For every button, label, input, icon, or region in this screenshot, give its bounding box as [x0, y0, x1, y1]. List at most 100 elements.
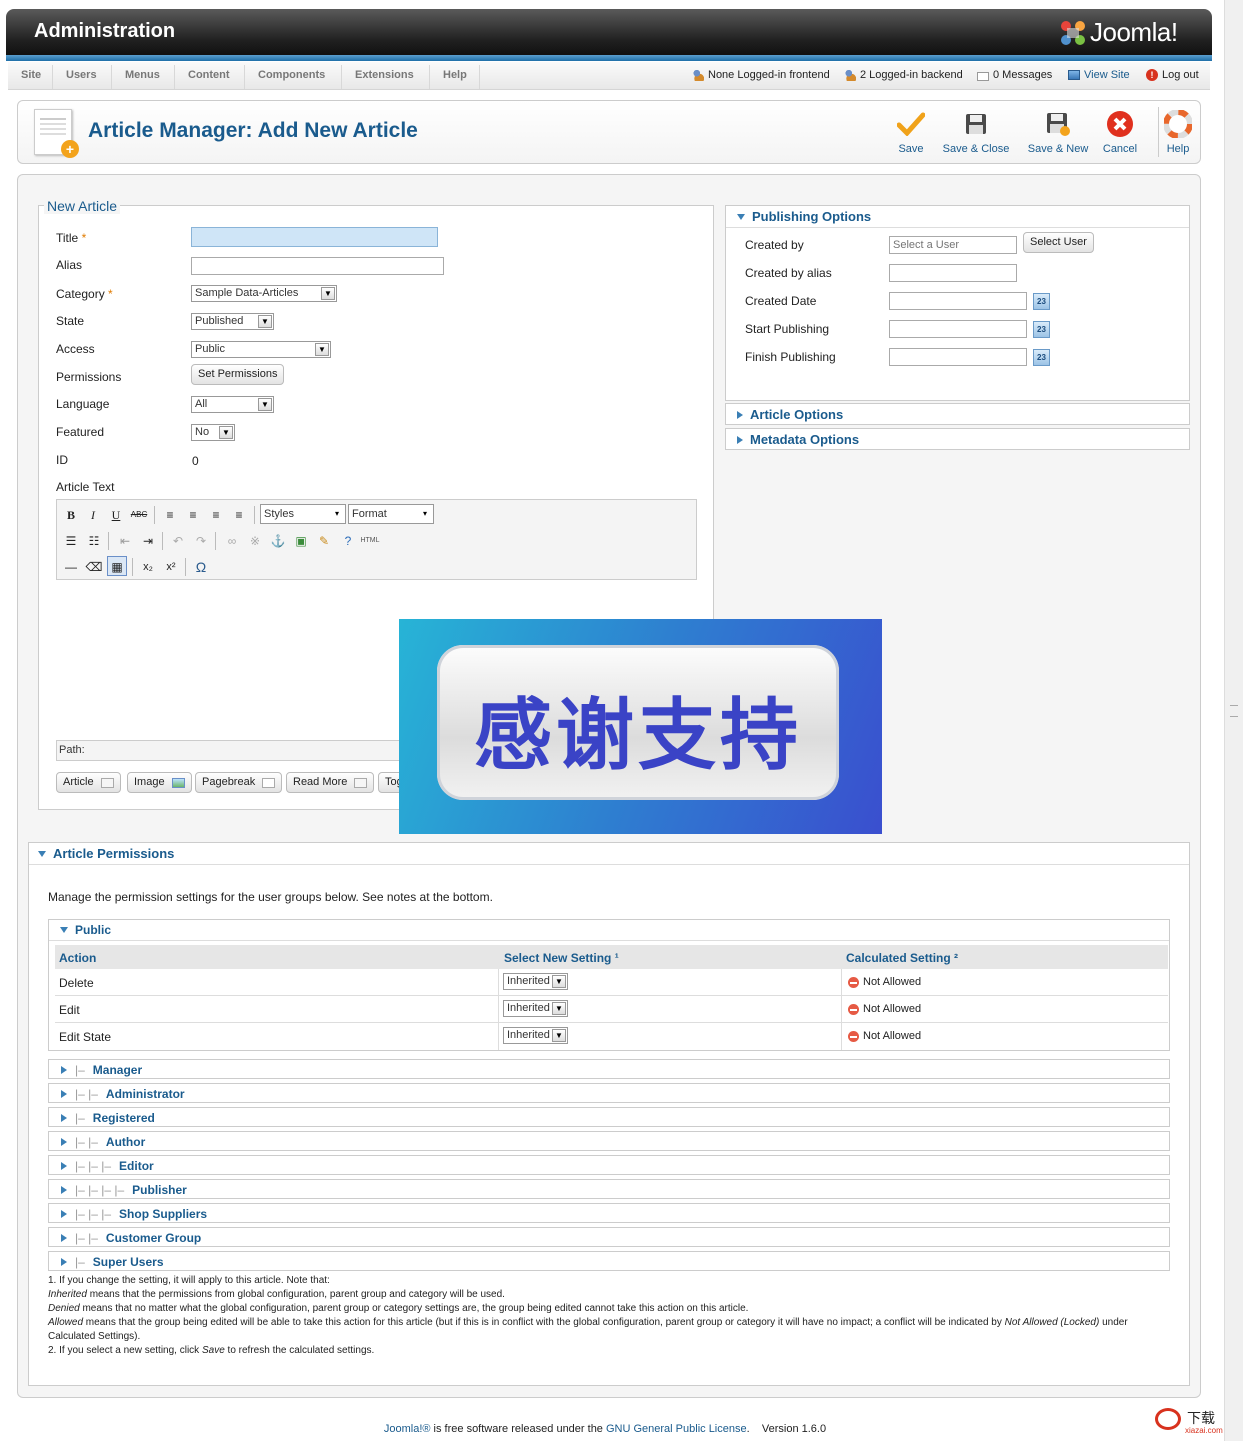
banner-pill: 感谢支持	[437, 645, 839, 800]
superscript-icon[interactable]: x²	[161, 557, 181, 577]
group-customer-group[interactable]: |– |– Customer Group	[48, 1227, 1170, 1247]
bold-icon[interactable]: B	[61, 505, 81, 525]
underline-icon[interactable]: U	[106, 505, 126, 525]
link-icon[interactable]: ∞	[222, 531, 242, 551]
scrollbar-grip[interactable]	[1230, 705, 1238, 717]
group-indent: |– |– |– |–	[75, 1183, 125, 1197]
created-by-alias-label: Created by alias	[745, 266, 832, 280]
gpl-link[interactable]: GNU General Public License	[606, 1423, 747, 1435]
select-user-button[interactable]: Select User	[1023, 232, 1094, 253]
col-select-new-setting: Select New Setting ¹	[504, 951, 619, 965]
align-right-icon[interactable]: ≡	[206, 505, 226, 525]
featured-select[interactable]: No ▼	[191, 424, 235, 441]
insert-image-button[interactable]: Image	[127, 772, 192, 793]
anchor-icon[interactable]: ⚓	[268, 531, 288, 551]
italic-icon[interactable]: I	[83, 505, 103, 525]
menu-content[interactable]: Content	[188, 69, 230, 85]
view-site-link[interactable]: View Site	[1068, 69, 1130, 81]
start-publishing-input[interactable]	[889, 320, 1027, 338]
calendar-icon[interactable]: 23	[1033, 349, 1050, 366]
group-super-users[interactable]: |– Super Users	[48, 1251, 1170, 1271]
joomla-logo[interactable]: Joomla!	[1058, 17, 1200, 49]
menu-extensions[interactable]: Extensions	[355, 69, 414, 85]
help-circle-icon[interactable]: ?	[338, 531, 358, 551]
vertical-scrollbar[interactable]	[1224, 0, 1243, 1441]
undo-icon[interactable]: ↶	[168, 531, 188, 551]
expand-triangle-icon	[61, 1114, 67, 1122]
indent-icon[interactable]: ⇥	[138, 531, 158, 551]
bullet-list-icon[interactable]: ☰	[61, 531, 81, 551]
created-date-input[interactable]	[889, 292, 1027, 310]
outdent-icon[interactable]: ⇤	[115, 531, 135, 551]
metadata-options-header[interactable]: Metadata Options	[737, 432, 859, 447]
html-source-icon[interactable]: HTML	[360, 531, 380, 551]
group-publisher[interactable]: |– |– |– |– Publisher	[48, 1179, 1170, 1199]
category-label-text: Category	[56, 287, 105, 301]
publishing-options-header[interactable]: Publishing Options	[737, 209, 871, 224]
collapse-triangle-icon	[38, 850, 46, 857]
insert-article-button[interactable]: Article	[56, 772, 121, 793]
special-char-icon[interactable]: Ω	[191, 557, 211, 577]
horizontal-rule-icon[interactable]: —	[61, 557, 81, 577]
menu-help[interactable]: Help	[443, 69, 467, 85]
cleanup-icon[interactable]: ✎	[314, 531, 334, 551]
action-name: Delete	[59, 976, 94, 990]
table-icon[interactable]: ▦	[107, 556, 127, 576]
access-select[interactable]: Public ▼	[191, 341, 331, 358]
category-select[interactable]: Sample Data-Articles ▼	[191, 285, 337, 302]
featured-label: Featured	[56, 425, 105, 439]
group-manager[interactable]: |– Manager	[48, 1059, 1170, 1079]
setting-select[interactable]: Inherited ▼	[503, 1027, 568, 1044]
set-permissions-button[interactable]: Set Permissions	[191, 364, 285, 385]
save-new-button[interactable]: Save & New	[1022, 111, 1094, 155]
numbered-list-icon[interactable]: ☷	[84, 531, 104, 551]
article-permissions-header[interactable]: Article Permissions	[38, 846, 174, 861]
menu-site[interactable]: Site	[21, 69, 41, 85]
help-button[interactable]: Help	[1160, 110, 1196, 155]
group-shop-suppliers[interactable]: |– |– |– Shop Suppliers	[48, 1203, 1170, 1223]
setting-select[interactable]: Inherited ▼	[503, 973, 568, 990]
calendar-icon[interactable]: 23	[1033, 321, 1050, 338]
group-registered[interactable]: |– Registered	[48, 1107, 1170, 1127]
subscript-icon[interactable]: x₂	[138, 557, 158, 577]
expand-triangle-icon	[61, 1210, 67, 1218]
save-button[interactable]: Save	[892, 111, 930, 155]
remove-format-icon[interactable]: ⌫	[84, 557, 104, 577]
align-justify-icon[interactable]: ≡	[229, 505, 249, 525]
unlink-icon[interactable]: ※	[245, 531, 265, 551]
title-input[interactable]	[191, 227, 438, 247]
align-left-icon[interactable]: ≡	[160, 505, 180, 525]
created-by-alias-input[interactable]	[889, 264, 1017, 282]
group-administrator[interactable]: |– |– Administrator	[48, 1083, 1170, 1103]
cancel-button[interactable]: Cancel	[1100, 111, 1140, 155]
logout-link[interactable]: ! Log out	[1146, 69, 1199, 81]
redo-icon[interactable]: ↷	[191, 531, 211, 551]
monitor-icon	[1068, 70, 1080, 80]
joomla-link[interactable]: Joomla!®	[384, 1423, 431, 1435]
align-center-icon[interactable]: ≡	[183, 505, 203, 525]
public-group-header[interactable]: Public	[60, 923, 111, 937]
note-text: means that no matter what the global con…	[79, 1303, 749, 1314]
menu-components[interactable]: Components	[258, 69, 325, 85]
messages-status[interactable]: 0 Messages	[977, 69, 1052, 81]
menu-menus[interactable]: Menus	[125, 69, 160, 85]
state-select[interactable]: Published ▼	[191, 313, 274, 330]
insert-image-icon[interactable]: ▣	[291, 531, 311, 551]
styles-dropdown[interactable]: Styles ▾	[260, 504, 346, 524]
save-close-button[interactable]: Save & Close	[940, 111, 1012, 155]
language-select[interactable]: All ▼	[191, 396, 274, 413]
insert-readmore-button[interactable]: Read More	[286, 772, 375, 793]
calendar-icon[interactable]: 23	[1033, 293, 1050, 310]
article-options-header[interactable]: Article Options	[737, 407, 843, 422]
setting-select[interactable]: Inherited ▼	[503, 1000, 568, 1017]
group-author[interactable]: |– |– Author	[48, 1131, 1170, 1151]
joomla-logo-text: Joomla!	[1090, 17, 1178, 47]
group-editor[interactable]: |– |– |– Editor	[48, 1155, 1170, 1175]
finish-publishing-input[interactable]	[889, 348, 1027, 366]
insert-pagebreak-button[interactable]: Pagebreak	[195, 772, 283, 793]
strikethrough-icon[interactable]: ABC	[129, 505, 149, 525]
alias-input[interactable]	[191, 257, 444, 275]
menu-users[interactable]: Users	[66, 69, 97, 85]
format-dropdown[interactable]: Format ▾	[348, 504, 434, 524]
created-by-input[interactable]	[889, 236, 1017, 254]
